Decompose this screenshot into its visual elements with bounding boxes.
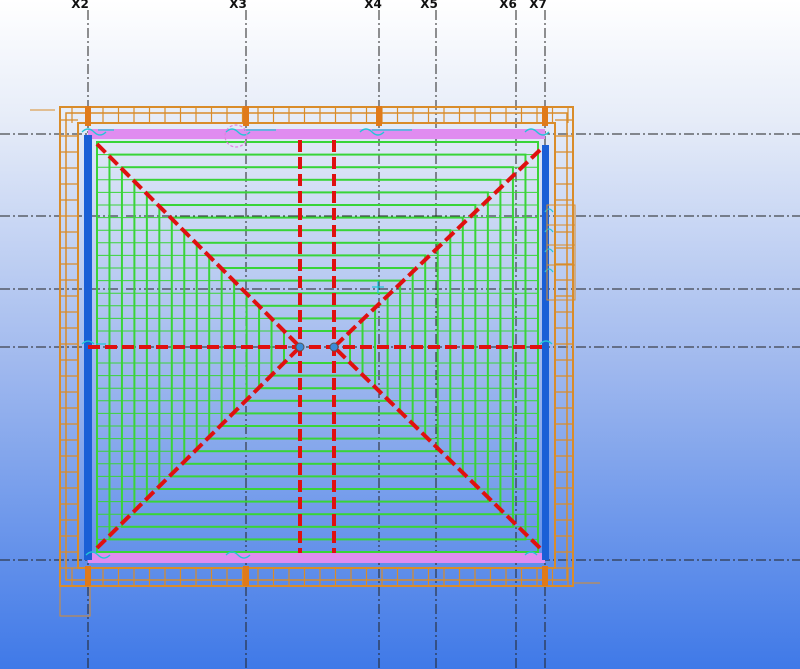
grid-label-x5[interactable]: X5 [420,0,438,11]
side-detail [546,204,576,301]
grid-label-x3[interactable]: X3 [229,0,247,11]
wall-plate-right [542,145,549,560]
hip-line-sw [95,345,302,550]
hip-line-nw [95,142,302,349]
grid-label-x4[interactable]: X4 [364,0,382,11]
wall-plate-bottom [88,553,545,563]
wall-plate-top [88,129,545,139]
grid-label-x2[interactable]: X2 [71,0,89,11]
center-node-right[interactable] [329,342,339,352]
roof-framing-plan [0,10,800,669]
center-node-left[interactable] [295,342,305,352]
grid-label-x7[interactable]: X7 [529,0,547,11]
model-3d-viewport[interactable]: X2 X3 X4 X5 X6 X7 [0,0,800,669]
grid-label-x6[interactable]: X6 [499,0,517,11]
